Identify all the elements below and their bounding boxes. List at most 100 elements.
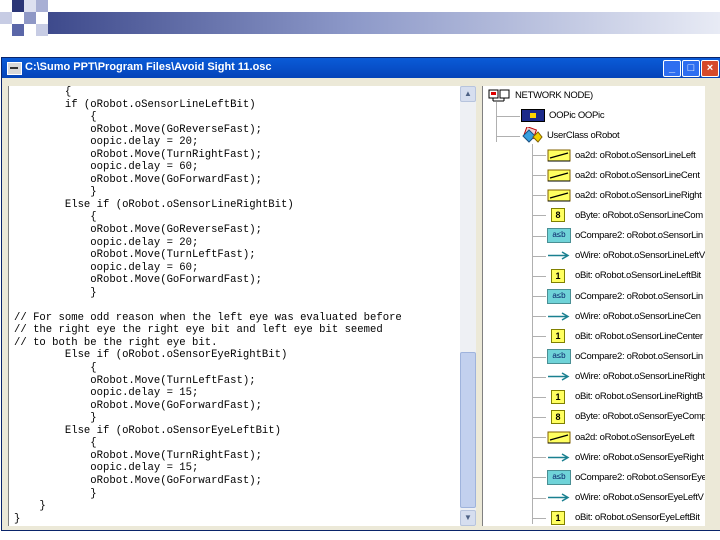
tree-guide-line [532,356,546,358]
tree-item[interactable]: a≤b oCompare2: oRobot.oSensorEye [547,469,705,485]
tree-item-label: oBit: oRobot.oSensorEyeLeftBit [575,512,700,524]
deco-square [24,0,36,12]
tree-item-label: oCompare2: oRobot.oSensorLin [575,351,703,362]
tree-item[interactable]: 8 oByte: oRobot.oSensorLineCom [547,208,703,223]
bit-icon: 1 [551,510,565,525]
deco-square [24,12,36,24]
tree-guide-line [532,215,546,217]
wire-icon [547,491,571,504]
tree-item-label: oByte: oRobot.oSensorLineCom [575,209,703,221]
tree-item-label: oCompare2: oRobot.oSensorLin [575,290,703,302]
flag-icon [547,169,571,182]
tree-item-label: oByte: oRobot.oSensorEyeComp [575,411,705,423]
compare-icon: a≤b [547,349,571,364]
tree-guide-line [532,477,546,479]
code-scrollbar[interactable]: ▲ ▼ [460,86,476,526]
tree-item[interactable]: oa2d: oRobot.oSensorEyeLeft [547,430,694,444]
tree-item-userclass[interactable]: UserClass oRobot [521,125,620,143]
tree-guide-line [496,136,520,137]
deco-square [36,0,48,12]
tree-item[interactable]: oWire: oRobot.oSensorEyeLeftV [547,491,704,505]
tree-item[interactable]: a≤b oCompare2: oRobot.oSensorLin [547,228,703,244]
tree-guide-line [532,155,546,156]
tree-item-label: oBit: oRobot.oSensorLineRightB [575,391,703,403]
tree-guide-line [532,175,546,177]
window-title: C:\Sumo PPT\Program Files\Avoid Sight 11… [25,61,272,73]
compare-icon: a≤b [547,469,571,485]
byte-icon: 8 [551,409,565,424]
tree-item-label: oa2d: oRobot.oSensorLineRight [575,189,702,201]
tree-guide-line [532,457,546,459]
deco-square [36,24,48,36]
code-text[interactable]: { if (oRobot.oSensorLineLeftBit) { oRobo… [9,86,460,525]
tree-item[interactable]: oWire: oRobot.oSensorLineLeftV [547,249,705,263]
bit-icon: 1 [551,268,565,283]
tree-guide-line [532,275,546,277]
tree-item[interactable]: oWire: oRobot.oSensorLineRight [547,370,705,384]
scroll-thumb[interactable] [460,352,476,508]
tree-item[interactable]: a≤b oCompare2: oRobot.oSensorLin [547,349,703,364]
network-node-icon [487,88,511,102]
flag-icon [547,189,571,202]
tree-guide-line [532,497,546,499]
deco-square [0,12,12,24]
tree-item-label: oCompare2: oRobot.oSensorLin [575,230,703,242]
wire-icon [547,451,571,464]
tree-item-label: oBit: oRobot.oSensorLineLeftBit [575,270,701,282]
code-editor[interactable]: { if (oRobot.oSensorLineLeftBit) { oRobo… [8,86,460,526]
tree-item-label: oWire: oRobot.oSensorEyeRight [575,451,704,463]
tree-item-label: oa2d: oRobot.oSensorEyeLeft [575,431,695,443]
tree-item[interactable]: 1 oBit: oRobot.oSensorLineRightB [547,389,703,404]
tree-guide-line [532,144,533,524]
tree-item[interactable]: 1 oBit: oRobot.oSensorEyeLeftBit [547,510,700,525]
tree-item-label: oa2d: oRobot.oSensorLineCent [575,169,700,181]
tree-guide-line [532,416,546,418]
tree-item[interactable]: oa2d: oRobot.oSensorLineLeft [547,148,696,162]
tree-item[interactable]: 1 oBit: oRobot.oSensorLineLeftBit [547,268,701,283]
tree-item[interactable]: oWire: oRobot.oSensorEyeRight [547,450,704,464]
tree-guide-line [532,296,546,298]
tree-item-oopic[interactable]: OOPic OOPic [521,108,605,122]
tree-root-label: NETWORK NODE) [515,89,593,101]
tree-item[interactable]: 1 oBit: oRobot.oSensorLineCenter [547,329,703,344]
tree-item-label: oWire: oRobot.oSensorEyeLeftV [575,492,704,504]
chip-icon [521,108,545,122]
byte-icon: 8 [551,208,565,223]
deco-square [12,24,24,36]
tree-guide-line [532,255,546,257]
tree-item-label: oBit: oRobot.oSensorLineCenter [575,330,703,342]
tree-guide-line [532,396,546,398]
minimize-button[interactable]: _ [663,60,681,77]
tree-item-label: UserClass oRobot [547,129,620,141]
tree-guide-line [532,437,546,439]
tree-guide-line [532,316,546,318]
userclass-icon [521,125,543,143]
tree-item[interactable]: oa2d: oRobot.oSensorLineRight [547,188,702,202]
tree-guide-line [532,517,546,519]
title-bar[interactable]: C:\Sumo PPT\Program Files\Avoid Sight 11… [2,58,720,78]
compare-icon: a≤b [547,228,571,244]
tree-item-label: oWire: oRobot.oSensorLineLeftV [575,250,705,262]
tree-item[interactable]: a≤b oCompare2: oRobot.oSensorLin [547,288,703,304]
wire-icon [547,310,571,323]
tree-guide-line [532,195,546,197]
object-tree[interactable]: NETWORK NODE) OOPic OOPic UserClass oRob… [482,86,705,526]
compare-icon: a≤b [547,288,571,304]
tree-guide-line [532,336,546,338]
tree-guide-line [532,235,546,237]
tree-item-label: oCompare2: oRobot.oSensorEye [575,471,705,483]
tree-root[interactable]: NETWORK NODE) [487,88,593,102]
tree-item[interactable]: oa2d: oRobot.oSensorLineCent [547,168,700,182]
app-icon[interactable] [7,62,22,75]
bit-icon: 1 [551,329,565,344]
tree-item[interactable]: 8 oByte: oRobot.oSensorEyeComp [547,409,705,424]
scroll-down-icon[interactable]: ▼ [460,510,476,526]
wire-icon [547,370,571,383]
scroll-up-icon[interactable]: ▲ [460,86,476,102]
tree-item[interactable]: oWire: oRobot.oSensorLineCen [547,309,701,323]
slide-decoration [0,0,720,44]
deco-gradient-bar [48,12,720,34]
maximize-button[interactable]: □ [682,60,700,77]
flag-icon [547,149,571,162]
close-button[interactable]: × [701,60,719,77]
